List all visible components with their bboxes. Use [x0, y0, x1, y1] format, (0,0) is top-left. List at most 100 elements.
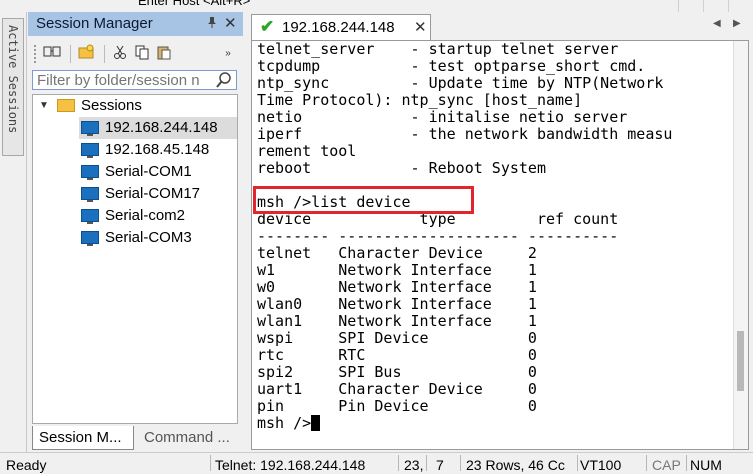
vertical-scrollbar[interactable] — [733, 41, 748, 449]
terminal-line: spi2 SPI Bus 0 — [257, 363, 537, 381]
tree-item-session[interactable]: Serial-com2 — [79, 205, 237, 227]
terminal-line: reboot - Reboot System — [257, 159, 546, 177]
tree-item-session[interactable]: Serial-COM3 — [79, 227, 237, 249]
close-icon[interactable]: ✕ — [224, 14, 237, 32]
copy-icon[interactable] — [132, 44, 152, 64]
active-sessions-label: Active Sessions — [6, 25, 20, 134]
monitor-icon — [81, 187, 99, 202]
tab-scroll-right-icon[interactable]: ▶ — [733, 18, 741, 29]
monitor-icon — [81, 209, 99, 224]
status-col: 7 — [436, 457, 444, 473]
session-manager-header: Session Manager ✕ — [28, 12, 243, 36]
tab-command-manager[interactable]: Command ... — [138, 426, 238, 450]
tree-folder-sessions[interactable]: ▼ Sessions — [33, 95, 237, 117]
active-sessions-strip: Active Sessions — [0, 12, 27, 452]
terminal-line: -------- -------------------- ---------- — [257, 227, 619, 245]
terminal-line: wlan1 Network Interface 1 — [257, 312, 537, 330]
status-divider — [646, 455, 647, 471]
status-divider — [398, 455, 399, 471]
tab-session-manager[interactable]: Session M... — [32, 426, 134, 450]
terminal-line: w1 Network Interface 1 — [257, 261, 537, 279]
terminal-line: rtc RTC 0 — [257, 346, 537, 364]
status-caps: CAP — [652, 457, 681, 473]
tree-item-session[interactable]: Serial-COM1 — [79, 161, 237, 183]
status-divider — [460, 455, 461, 471]
tree-item-label: Serial-COM3 — [105, 229, 192, 246]
monitor-icon — [81, 143, 99, 158]
toolbar-hint[interactable]: Enter Host <Alt+R> — [138, 0, 250, 8]
tree-item-session[interactable]: 192.168.244.148 — [79, 117, 237, 139]
session-tree: ▼ Sessions 192.168.244.148 192.168.45.14… — [32, 94, 238, 424]
session-manager-tabs: Session M... Command ... — [32, 426, 238, 450]
terminal-cursor — [311, 415, 321, 431]
session-manager-panel: Session Manager ✕ » ▼ — [28, 12, 243, 452]
terminal-line: wspi SPI Device 0 — [257, 329, 537, 347]
tree-item-label: 192.168.244.148 — [105, 119, 218, 136]
session-filter-field[interactable] — [32, 70, 237, 90]
terminal-line: telnet Character Device 2 — [257, 244, 537, 262]
pin-icon[interactable] — [206, 16, 218, 31]
connect-icon[interactable] — [42, 44, 62, 64]
terminal-line: Time Protocol): ntp_sync [host_name] — [257, 91, 583, 109]
terminal-line: netio - initalise netio server — [257, 108, 628, 126]
close-tab-icon[interactable]: ✕ — [414, 18, 427, 36]
tree-item-session[interactable]: 192.168.45.148 — [79, 139, 237, 161]
terminal-prompt-line[interactable]: msh /> — [257, 415, 672, 432]
terminal-line: w0 Network Interface 1 — [257, 278, 537, 296]
more-icon[interactable]: » — [218, 44, 238, 64]
connected-check-icon: ✔ — [260, 17, 275, 36]
toolbar-separator — [70, 45, 71, 63]
status-connection: Telnet: 192.168.244.148 — [215, 457, 366, 473]
window-button[interactable] — [728, 0, 753, 12]
terminal-line: wlan0 Network Interface 1 — [257, 295, 537, 313]
status-ready: Ready — [6, 457, 47, 473]
status-divider — [686, 455, 687, 471]
tab-scroll-left-icon[interactable]: ◀ — [713, 18, 721, 29]
terminal-line: rement tool — [257, 142, 357, 160]
terminal-prompt: msh /> — [257, 414, 312, 432]
status-row: 23, — [404, 457, 424, 473]
highlight-box — [253, 186, 474, 214]
session-manager-title: Session Manager — [36, 15, 153, 32]
main-toolbar-strip: Enter Host <Alt+R> — [0, 0, 753, 12]
monitor-icon — [81, 231, 99, 246]
status-size: 23 Rows, 46 Cc — [466, 457, 565, 473]
status-divider — [577, 455, 578, 471]
terminal-line: tcpdump - test optparse_short cmd. — [257, 57, 646, 75]
status-bar: Ready Telnet: 192.168.244.148 23, 7 23 R… — [0, 452, 753, 473]
chevron-down-icon[interactable]: ▼ — [39, 95, 49, 117]
paste-icon[interactable] — [154, 44, 174, 64]
active-sessions-tab[interactable]: Active Sessions — [2, 18, 24, 156]
status-divider — [426, 455, 427, 471]
session-manager-toolbar: » — [32, 42, 239, 66]
terminal-line: uart1 Character Device 0 — [257, 380, 537, 398]
session-tab-label: 192.168.244.148 — [282, 19, 395, 36]
window-button[interactable] — [703, 0, 728, 12]
terminal-view[interactable]: telnet_server - startup telnet server tcp… — [251, 40, 749, 450]
session-tab-bar: ✔ 192.168.244.148 ✕ ◀ ▶ — [247, 12, 753, 40]
tab-session-192-168-244-148[interactable]: ✔ 192.168.244.148 ✕ — [251, 14, 431, 40]
tree-item-session[interactable]: Serial-COM17 — [79, 183, 237, 205]
folder-icon — [57, 99, 75, 112]
window-buttons — [678, 0, 753, 12]
tree-item-label: 192.168.45.148 — [105, 141, 210, 158]
session-filter-input[interactable] — [33, 71, 219, 89]
status-divider — [210, 455, 211, 471]
tree-item-label: Serial-COM17 — [105, 185, 201, 202]
new-folder-icon[interactable] — [76, 44, 96, 64]
terminal-line: ntp_sync - Update time by NTP(Network — [257, 74, 664, 92]
scrollbar-thumb[interactable] — [737, 331, 744, 391]
monitor-icon — [81, 121, 99, 136]
terminal-line: telnet_server - startup telnet server — [257, 40, 619, 58]
tree-item-label: Serial-COM1 — [105, 163, 192, 180]
tree-item-label: Serial-com2 — [105, 207, 186, 224]
cut-icon[interactable] — [110, 44, 130, 64]
monitor-icon — [81, 165, 99, 180]
toolbar-separator — [104, 45, 105, 63]
status-num: NUM — [690, 457, 722, 473]
window-button[interactable] — [678, 0, 703, 12]
status-emulation: VT100 — [580, 457, 622, 473]
search-icon[interactable] — [216, 71, 232, 89]
terminal-line: pin Pin Device 0 — [257, 397, 537, 415]
toolbar-grip[interactable] — [34, 45, 39, 63]
